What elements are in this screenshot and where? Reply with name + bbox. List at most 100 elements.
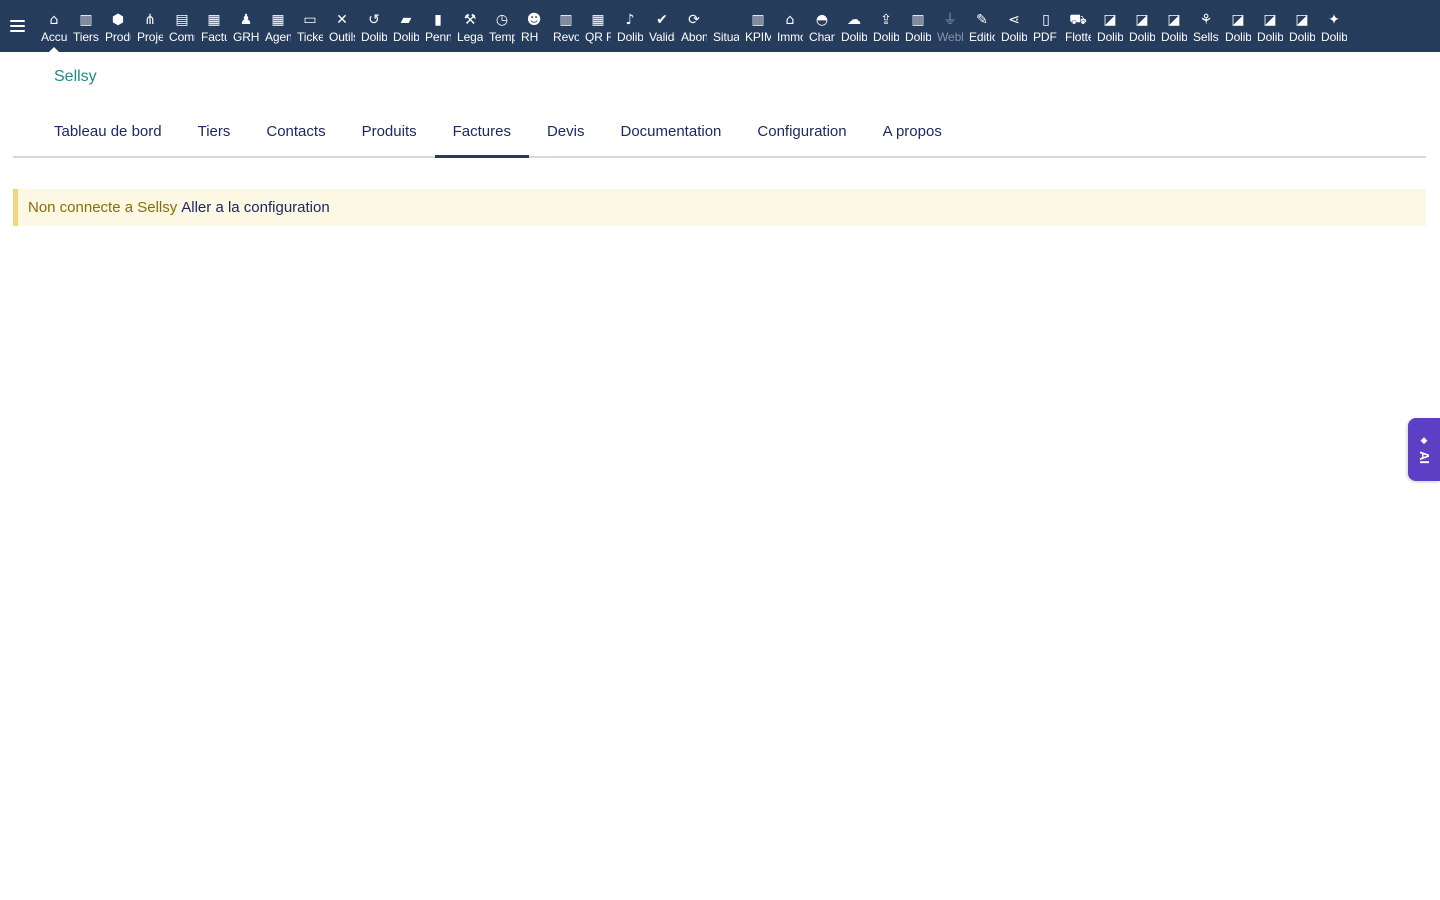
module-label: Dolibarr (841, 30, 867, 44)
module-sticky-note-5[interactable]: ◪ Dolibarr (1254, 0, 1286, 52)
module-project[interactable]: ⋔ Projets (134, 0, 166, 52)
module-upload[interactable]: ⇪ Dolibarr (870, 0, 902, 52)
tab-configuration[interactable]: Configuration (739, 108, 864, 156)
module-sync[interactable]: ⟳ Abonnements (678, 0, 710, 52)
briefcase-icon: ▤ (175, 12, 189, 28)
sticky-note-2-icon: ◪ (1135, 12, 1149, 28)
module-plug[interactable]: ⏚ Webhook (934, 0, 966, 52)
module-sticky-note-6[interactable]: ◪ Dolibarr (1286, 0, 1318, 52)
module-ticket[interactable]: ▭ Tickets (294, 0, 326, 52)
module-undo[interactable]: ↺ Dolibarr (358, 0, 390, 52)
module-label: Outils (329, 30, 355, 44)
module-tools[interactable]: ✕ Outils (326, 0, 358, 52)
module-label: Dolibarr (361, 30, 387, 44)
chart-bar-icon: ▥ (751, 12, 765, 28)
module-sticky-note-3[interactable]: ◪ Dolibarr (1158, 0, 1190, 52)
sticky-note-4-icon: ◪ (1231, 12, 1245, 28)
module-label: Accueil (41, 30, 67, 44)
module-sticky-note[interactable]: ◪ Dolibarr (1094, 0, 1126, 52)
module-handshake[interactable]: ⚘ Sellsy (1190, 0, 1222, 52)
module-label: Flotte (1065, 30, 1091, 44)
module-house[interactable]: ⌂ Immobilier (774, 0, 806, 52)
blank-icon (710, 10, 742, 30)
module-qrcode[interactable]: ▦ QR Facture (582, 0, 614, 52)
hamburger-icon (9, 20, 25, 32)
sticky-note-6-icon: ◪ (1295, 12, 1309, 28)
module-people[interactable]: ☻ RH (518, 0, 550, 52)
module-pdf[interactable]: ▯ PDF (1030, 0, 1062, 52)
module-helmet[interactable]: ◓ Chantier (806, 0, 838, 52)
module-cloud[interactable]: ☁ Dolibarr (838, 0, 870, 52)
upload-icon: ⇪ (880, 12, 892, 28)
module-building[interactable]: ▥ Tiers (70, 0, 102, 52)
ai-tab-label: AI (1416, 450, 1432, 464)
warning-banner: Non connecte a Sellsy Aller a la configu… (13, 189, 1426, 226)
pdf-icon: ▯ (1042, 12, 1050, 28)
magic-icon: ✦ (1328, 12, 1340, 28)
tab-a-propos[interactable]: A propos (865, 108, 960, 156)
sticky-note-3-icon: ◪ (1167, 12, 1181, 28)
sticky-note-5-icon: ◪ (1263, 12, 1277, 28)
module-label: Tickets (297, 30, 323, 44)
configuration-link[interactable]: Aller a la configuration (181, 199, 329, 216)
tab-factures[interactable]: Factures (434, 108, 530, 158)
top-navigation-bar: ⌂ Accueil ▥ Tiers ⬢ Produits ⋔ Projets ▤ Commerci… (0, 0, 1440, 52)
tab-devis[interactable]: Devis (529, 108, 603, 156)
tab-tableau-de-bord[interactable]: Tableau de bord (36, 108, 180, 156)
module-check-double[interactable]: ✔ Validation (646, 0, 678, 52)
users-icon: ♟ (239, 12, 253, 28)
module-car[interactable]: ⛟ Flotte (1062, 0, 1094, 52)
tab-produits[interactable]: Produits (344, 108, 435, 156)
module-label: GRH (233, 30, 259, 44)
module-cube[interactable]: ⬢ Produits (102, 0, 134, 52)
module-label: Legal (457, 30, 483, 44)
module-sticky-note-2[interactable]: ◪ Dolibarr (1126, 0, 1158, 52)
module-edit[interactable]: ✎ Edition (966, 0, 998, 52)
module-briefcase[interactable]: ▤ Commercial (166, 0, 198, 52)
ai-assistant-tab[interactable]: ◆ AI (1408, 418, 1440, 481)
toolbox-icon: ▰ (400, 12, 412, 28)
project-icon: ⋔ (144, 12, 156, 28)
module-clock[interactable]: ◷ Temps (486, 0, 518, 52)
edit-icon: ✎ (976, 12, 988, 28)
clock-icon: ◷ (495, 12, 509, 28)
module-gavel[interactable]: ⚒ Legal (454, 0, 486, 52)
module-home[interactable]: ⌂ Accueil (38, 0, 70, 52)
module-label: RH (521, 30, 539, 44)
module-sticky-note-4[interactable]: ◪ Dolibarr (1222, 0, 1254, 52)
cube-icon: ⬢ (111, 12, 125, 28)
module-users[interactable]: ♟ GRH (230, 0, 262, 52)
module-share[interactable]: ⋖ Dolibarr (998, 0, 1030, 52)
module-building-2[interactable]: ▥ Dolibarr (902, 0, 934, 52)
tab-contacts[interactable]: Contacts (248, 108, 343, 156)
module-label: Dolibarr (617, 30, 643, 44)
module-label: Abonnements (681, 30, 707, 44)
module-bank[interactable]: ▥ Revolut (550, 0, 582, 52)
module-invoice[interactable]: ▦ Facturation (198, 0, 230, 52)
undo-icon: ↺ (368, 12, 380, 28)
module-toolbox[interactable]: ▰ Dolibarr (390, 0, 422, 52)
calendar-icon: ▦ (271, 12, 285, 28)
module-calendar[interactable]: ▦ Agenda (262, 0, 294, 52)
module-label: Edition (969, 30, 995, 44)
module-note[interactable]: ▮ Penny (422, 0, 454, 52)
tab-tiers[interactable]: Tiers (180, 108, 249, 156)
module-blank[interactable]: Situation (710, 0, 742, 52)
sparkle-icon: ◆ (1420, 434, 1428, 445)
module-label: Sellsy (1193, 30, 1219, 44)
page-title: Sellsy (54, 68, 97, 85)
tab-documentation[interactable]: Documentation (602, 108, 739, 156)
handshake-icon: ⚘ (1199, 12, 1213, 28)
module-magic[interactable]: ✦ Dolibarr (1318, 0, 1350, 52)
module-chart-bar[interactable]: ▥ KPIManager (742, 0, 774, 52)
main-menu-button[interactable] (0, 0, 34, 52)
house-icon: ⌂ (785, 12, 795, 28)
module-label: KPIManager (745, 30, 771, 44)
module-bell[interactable]: ♪ Dolibarr (614, 0, 646, 52)
helmet-icon: ◓ (815, 12, 829, 28)
qrcode-icon: ▦ (591, 12, 605, 28)
module-label: Dolibarr (1225, 30, 1251, 44)
building-icon: ▥ (79, 12, 93, 28)
module-label: Dolibarr (873, 30, 899, 44)
module-label: Tiers (73, 30, 99, 44)
